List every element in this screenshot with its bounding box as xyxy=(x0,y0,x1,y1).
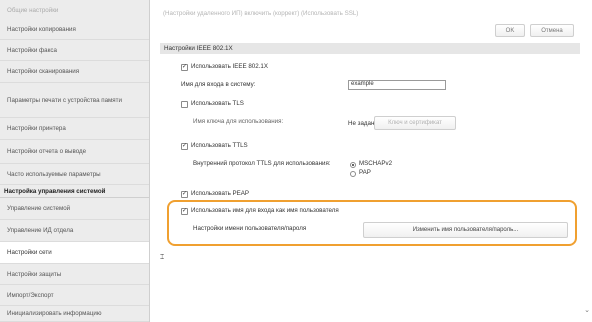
sidebar-item-initialize-information[interactable]: Инициализировать информацию xyxy=(0,306,149,322)
sidebar-item-label: Параметры печати с устройства памяти xyxy=(7,96,122,104)
sidebar: Общие настройки Настройки копирования На… xyxy=(0,0,150,322)
ttls-protocol-label: Внутренний протокол TTLS для использован… xyxy=(193,160,331,167)
check-icon: ✓ xyxy=(182,191,188,197)
use-login-as-username-label: Использовать имя для входа как имя польз… xyxy=(191,207,339,214)
sidebar-section-label: Настройка управления системой xyxy=(4,187,106,195)
sidebar-item-favorite-settings[interactable]: Часто используемые параметры xyxy=(0,164,149,185)
sidebar-item-general-settings[interactable]: Общие настройки xyxy=(0,2,149,19)
key-certificate-button[interactable]: Ключ и сертификат xyxy=(374,116,456,130)
sidebar-item-label: Настройки копирования xyxy=(7,25,76,33)
sidebar-item-fax-settings[interactable]: Настройки факса xyxy=(0,40,149,61)
sidebar-item-printer-settings[interactable]: Настройки принтера xyxy=(0,118,149,140)
sidebar-item-network-settings[interactable]: Настройки сети xyxy=(0,242,149,264)
use-login-as-username-checkbox[interactable]: ✓ xyxy=(181,208,188,215)
sidebar-item-label: Общие настройки xyxy=(7,7,59,14)
sidebar-item-department-id-management[interactable]: Управление ИД отдела xyxy=(0,220,149,242)
ok-button[interactable]: OK xyxy=(495,24,525,37)
use-ttls-label: Использовать TTLS xyxy=(191,142,248,149)
use-ieee8021x-label: Использовать IEEE 802.1X xyxy=(191,63,268,70)
cancel-button[interactable]: Отмена xyxy=(530,24,574,37)
use-ieee8021x-checkbox[interactable]: ✓ xyxy=(181,64,188,71)
sidebar-item-label: Импорт/Экспорт xyxy=(7,291,54,299)
pap-label: PAP xyxy=(359,169,371,176)
mschapv2-label: MSCHAPv2 xyxy=(359,160,393,167)
use-peap-checkbox[interactable]: ✓ xyxy=(181,191,188,198)
sidebar-item-label: Настройки принтера xyxy=(7,125,66,132)
scroll-marker-icon: ⌶ xyxy=(160,254,165,261)
use-peap-label: Использовать PEAP xyxy=(191,190,250,197)
use-tls-checkbox[interactable] xyxy=(181,101,188,108)
sidebar-item-label: Часто используемые параметры xyxy=(7,170,101,178)
check-icon: ✓ xyxy=(182,143,188,149)
remote-ui-settings-text: (Настройки удаленного ИП) включить (корр… xyxy=(163,10,359,17)
sidebar-item-memory-print-settings[interactable]: Параметры печати с устройства памяти xyxy=(0,83,149,118)
sidebar-item-label: Настройки факса xyxy=(7,46,57,54)
mschapv2-radio[interactable] xyxy=(350,162,356,168)
sidebar-item-scan-settings[interactable]: Настройки сканирования xyxy=(0,61,149,83)
sidebar-section-system-management: Настройка управления системой xyxy=(0,185,149,198)
sidebar-item-label: Настройки защиты xyxy=(7,270,62,278)
sidebar-item-import-export[interactable]: Импорт/Экспорт xyxy=(0,285,149,306)
sidebar-item-label: Настройки сканирования xyxy=(7,68,80,75)
pap-radio[interactable] xyxy=(350,171,356,177)
user-password-settings-label: Настройки имени пользователя/пароля xyxy=(193,225,307,232)
sidebar-item-label: Настройки отчета о выводе xyxy=(7,148,87,155)
sidebar-item-security-settings[interactable]: Настройки защиты xyxy=(0,264,149,285)
login-name-input[interactable]: example xyxy=(348,80,446,90)
sidebar-item-label: Управление ИД отдела xyxy=(7,227,74,234)
key-name-label: Имя ключа для использования: xyxy=(193,118,284,125)
change-user-password-button[interactable]: Изменить имя пользователя/пароль... xyxy=(363,222,568,238)
check-icon: ✓ xyxy=(182,208,188,214)
sidebar-item-label: Управление системой xyxy=(7,205,71,212)
sidebar-item-system-management[interactable]: Управление системой xyxy=(0,198,149,220)
use-tls-label: Использовать TLS xyxy=(191,100,244,107)
use-ttls-checkbox[interactable]: ✓ xyxy=(181,143,188,150)
sidebar-item-output-report-settings[interactable]: Настройки отчета о выводе xyxy=(0,140,149,164)
sidebar-item-copy-settings[interactable]: Настройки копирования xyxy=(0,19,149,40)
check-icon: ✓ xyxy=(182,64,188,70)
sidebar-item-label: Настройки сети xyxy=(7,249,52,256)
login-name-label: Имя для входа в систему: xyxy=(181,81,256,88)
sidebar-item-label: Инициализировать информацию xyxy=(7,310,102,317)
section-title: Настройки IEEE 802.1X xyxy=(160,43,580,54)
chevron-down-icon[interactable]: ⌄ xyxy=(584,306,590,314)
